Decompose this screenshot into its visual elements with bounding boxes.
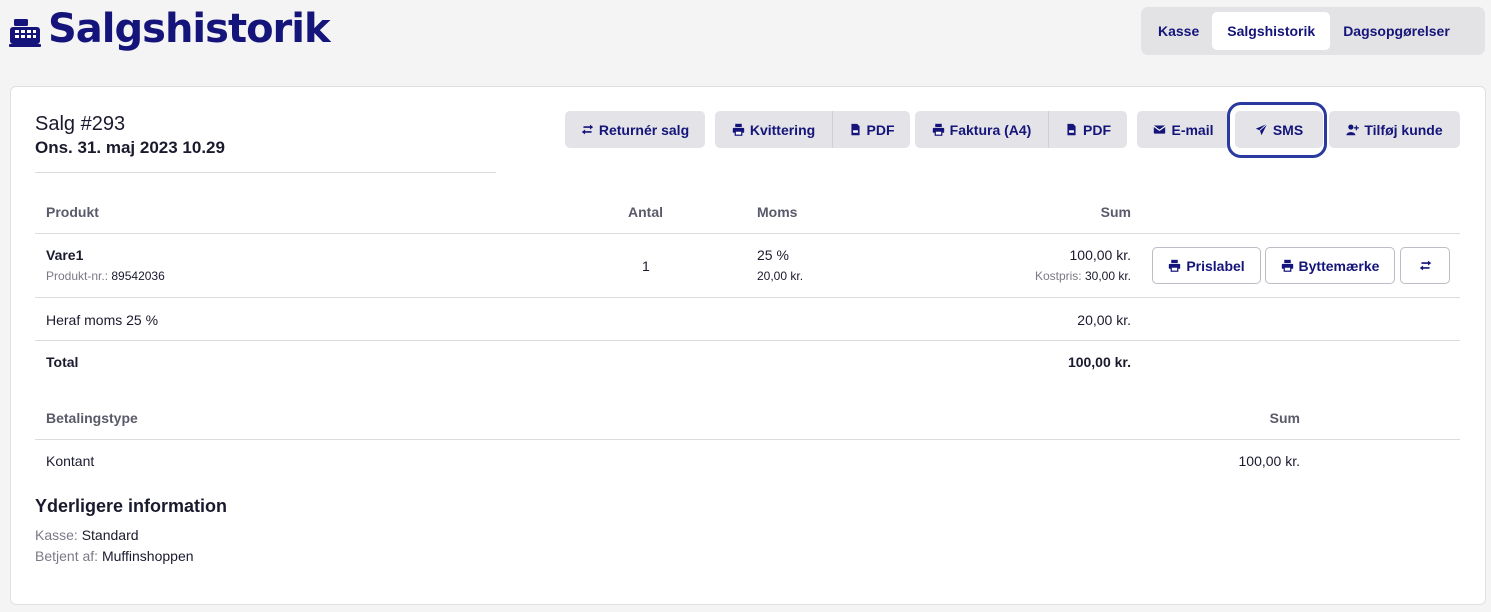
col-header-product: Produkt <box>46 204 99 220</box>
table-divider <box>35 340 1460 341</box>
product-name: Vare1 <box>46 247 84 263</box>
total-value: 100,00 kr. <box>1067 354 1131 370</box>
col-header-payment-sum: Sum <box>1269 410 1300 426</box>
exchange-label-button[interactable]: Byttemærke <box>1265 247 1395 284</box>
sms-button[interactable]: SMS <box>1235 111 1323 148</box>
price-label-text: Prislabel <box>1186 257 1245 274</box>
user-plus-icon <box>1346 124 1360 136</box>
product-qty: 1 <box>642 258 650 274</box>
receipt-pdf-button[interactable]: PDF <box>832 111 910 148</box>
product-number-label: Produkt-nr.: <box>46 269 109 283</box>
col-header-qty: Antal <box>628 204 663 220</box>
table-divider <box>35 233 1460 234</box>
total-label: Total <box>46 354 79 370</box>
envelope-icon <box>1153 125 1167 134</box>
register-label: Kasse: <box>35 527 78 543</box>
exchange-icon <box>581 124 594 135</box>
printer-icon <box>1169 259 1181 272</box>
add-customer-label: Tilføj kunde <box>1364 121 1443 138</box>
pdf-file-icon <box>1067 123 1076 136</box>
exchange-label-text: Byttemærke <box>1298 257 1380 274</box>
table-divider <box>35 297 1460 298</box>
col-header-vat: Moms <box>757 204 798 220</box>
register-info: Kasse: Standard <box>35 527 139 543</box>
add-customer-button[interactable]: Tilføj kunde <box>1329 111 1460 148</box>
top-nav: Kasse Salgshistorik Dagsopgørelser <box>1141 7 1485 55</box>
col-header-payment-type: Betalingstype <box>46 410 138 426</box>
printer-icon <box>732 123 745 136</box>
additional-info-title: Yderligere information <box>35 496 228 516</box>
sale-title: Salg #293 <box>35 113 126 135</box>
receipt-label: Kvittering <box>749 121 816 138</box>
invoice-button-group: Faktura (A4) PDF <box>915 111 1127 148</box>
vat-line-value: 20,00 kr. <box>1077 312 1131 328</box>
product-cost: Kostpris: 30,00 kr. <box>951 269 1131 283</box>
nav-tab-kasse[interactable]: Kasse <box>1145 12 1212 50</box>
sms-label: SMS <box>1272 121 1304 138</box>
sale-date: Ons. 31. maj 2023 10.29 <box>35 138 225 157</box>
price-label-button[interactable]: Prislabel <box>1152 247 1261 284</box>
product-number: Produkt-nr.: 89542036 <box>46 269 165 283</box>
receipt-button-group: Kvittering PDF <box>715 111 910 148</box>
product-vat-amount: 20,00 kr. <box>757 269 804 283</box>
product-cost-value: 30,00 kr. <box>1084 269 1131 283</box>
receipt-button[interactable]: Kvittering <box>715 111 832 148</box>
product-vat-rate: 25 % <box>757 247 789 263</box>
printer-icon <box>932 123 944 136</box>
invoice-pdf-label: PDF <box>1083 121 1111 138</box>
table-divider <box>35 439 1460 440</box>
payment-type: Kontant <box>46 453 95 469</box>
served-by-value: Muffinshoppen <box>101 548 194 564</box>
served-by-label: Betjent af: <box>35 548 99 564</box>
page-header: Salgshistorik Kasse Salgshistorik Dagsop… <box>0 0 1491 86</box>
product-cost-label: Kostpris: <box>1034 269 1082 283</box>
receipt-pdf-label: PDF <box>866 121 895 138</box>
return-sale-button[interactable]: Returnér salg <box>565 111 705 148</box>
exchange-icon <box>1419 260 1431 271</box>
email-button[interactable]: E-mail <box>1137 111 1230 148</box>
email-label: E-mail <box>1171 121 1214 138</box>
nav-tab-salgshistorik[interactable]: Salgshistorik <box>1212 12 1331 50</box>
col-header-sum: Sum <box>1100 204 1131 220</box>
divider <box>35 172 496 173</box>
invoice-label: Faktura (A4) <box>949 121 1032 138</box>
cash-register-icon <box>9 19 41 47</box>
printer-icon <box>1281 259 1293 272</box>
invoice-pdf-button[interactable]: PDF <box>1048 111 1127 148</box>
payment-sum: 100,00 kr. <box>1238 453 1301 469</box>
return-item-button[interactable] <box>1400 247 1450 284</box>
pdf-file-icon <box>850 123 860 136</box>
title-wrap: Salgshistorik <box>8 6 331 52</box>
return-sale-label: Returnér salg <box>598 121 690 138</box>
sale-detail-card: Salg #293 Ons. 31. maj 2023 10.29 Return… <box>10 86 1486 605</box>
nav-tab-dagsopgoerelser[interactable]: Dagsopgørelser <box>1330 12 1463 50</box>
product-number-value: 89542036 <box>111 269 165 283</box>
register-value: Standard <box>81 527 139 543</box>
invoice-button[interactable]: Faktura (A4) <box>915 111 1048 148</box>
product-sum: 100,00 kr. <box>1069 247 1132 263</box>
paper-plane-icon <box>1255 123 1268 136</box>
vat-line-label: Heraf moms 25 % <box>46 312 159 328</box>
served-by-info: Betjent af: Muffinshoppen <box>35 548 194 564</box>
page-title: Salgshistorik <box>48 6 331 52</box>
